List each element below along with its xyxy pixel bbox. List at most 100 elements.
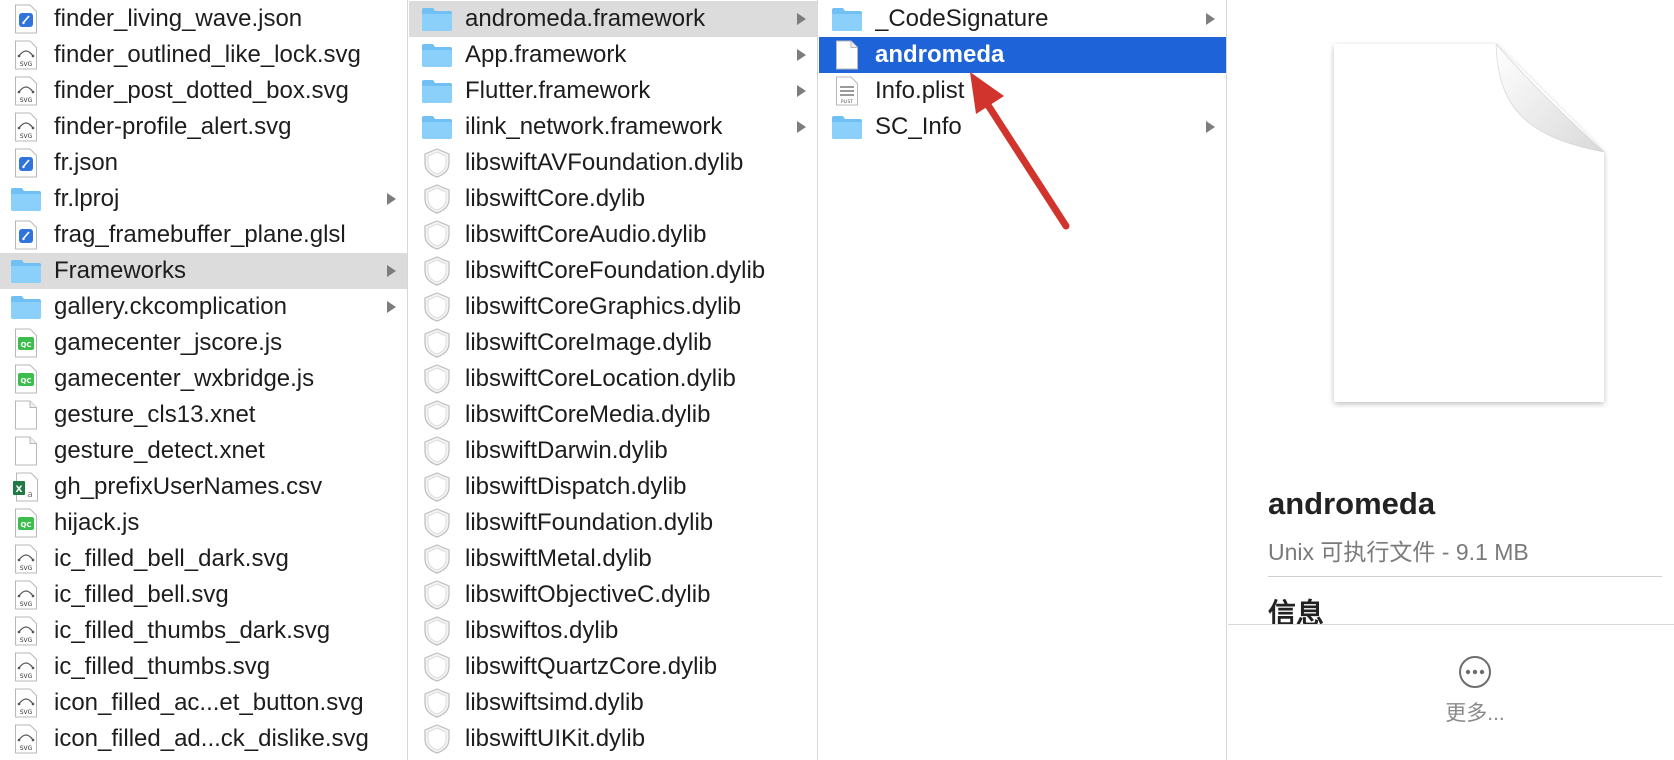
item-label: fr.lproj	[54, 185, 120, 212]
folder-icon	[8, 183, 44, 215]
file-row[interactable]: SVG finder-profile_alert.svg	[0, 109, 407, 145]
folder-row[interactable]: _CodeSignature	[819, 1, 1226, 37]
file-row[interactable]: libswiftCoreImage.dylib	[409, 325, 817, 361]
file-row[interactable]: libswiftObjectiveC.dylib	[409, 577, 817, 613]
file-row[interactable]: finder_living_wave.json	[0, 1, 407, 37]
item-label: libswiftCoreMedia.dylib	[465, 401, 711, 428]
file-row[interactable]: SVG icon_filled_ac...et_button.svg	[0, 685, 407, 721]
item-label: libswiftCoreLocation.dylib	[465, 365, 736, 392]
file-row[interactable]: libswiftsimd.dylib	[409, 685, 817, 721]
file-row[interactable]: libswiftDarwin.dylib	[409, 433, 817, 469]
disclosure-chevron	[793, 120, 809, 134]
file-row[interactable]: QC hijack.js	[0, 505, 407, 541]
file-row[interactable]: libswiftCore.dylib	[409, 181, 817, 217]
svg-file-icon: SVG	[8, 39, 44, 71]
ellipsis-circle-icon	[1459, 656, 1491, 688]
item-label: finder_living_wave.json	[54, 5, 303, 32]
disclosure-chevron	[793, 48, 809, 62]
file-row[interactable]: SVG ic_filled_bell.svg	[0, 577, 407, 613]
folder-row[interactable]: fr.lproj	[0, 181, 407, 217]
file-row[interactable]: libswiftQuartzCore.dylib	[409, 649, 817, 685]
file-row[interactable]: libswiftMetal.dylib	[409, 541, 817, 577]
file-row[interactable]: SVG icon_filled_ad...ck_dislike.svg	[0, 721, 407, 757]
svg-text:a: a	[27, 490, 33, 500]
file-row[interactable]: libswiftCoreFoundation.dylib	[409, 253, 817, 289]
disclosure-chevron	[383, 264, 399, 278]
file-row[interactable]: libswiftAVFoundation.dylib	[409, 145, 817, 181]
folder-row[interactable]: SC_Info	[819, 109, 1226, 145]
svg-text:SVG: SVG	[20, 673, 33, 680]
file-row[interactable]: SVG ic_filled_bell_dark.svg	[0, 541, 407, 577]
file-row[interactable]: QC gamecenter_wxbridge.js	[0, 361, 407, 397]
item-label: gamecenter_jscore.js	[54, 329, 283, 356]
file-row[interactable]: SVG finder_post_dotted_box.svg	[0, 73, 407, 109]
dylib-icon	[419, 651, 455, 683]
item-label: _CodeSignature	[875, 5, 1049, 32]
folder-row[interactable]: andromeda.framework	[409, 1, 817, 37]
js-file-icon: QC	[8, 363, 44, 395]
disclosure-chevron	[793, 84, 809, 98]
plist-file-icon: PLIST	[829, 75, 865, 107]
file-row[interactable]: QC gamecenter_jscore.js	[0, 325, 407, 361]
svg-file-icon: SVG	[8, 723, 44, 755]
file-row[interactable]: SVG ic_filled_thumbs_dark.svg	[0, 613, 407, 649]
file-row[interactable]: gesture_detect.xnet	[0, 433, 407, 469]
item-label: fr.json	[54, 149, 119, 176]
item-label: libswiftUIKit.dylib	[465, 725, 646, 752]
svg-text:QC: QC	[20, 341, 31, 349]
column-divider[interactable]	[1226, 0, 1227, 760]
folder-icon	[419, 111, 455, 143]
file-row[interactable]: libswiftos.dylib	[409, 613, 817, 649]
file-row[interactable]: Xa gh_prefixUserNames.csv	[0, 469, 407, 505]
blank-file-icon	[829, 39, 865, 71]
folder-icon	[8, 291, 44, 323]
file-row[interactable]: SVG finder_outlined_like_lock.svg	[0, 37, 407, 73]
dylib-icon	[419, 183, 455, 215]
file-row[interactable]: gesture_cls13.xnet	[0, 397, 407, 433]
folder-row[interactable]: App.framework	[409, 37, 817, 73]
item-label: libswiftDispatch.dylib	[465, 473, 687, 500]
folder-row[interactable]: ilink_network.framework	[409, 109, 817, 145]
column-divider[interactable]	[817, 0, 818, 760]
file-row[interactable]: libswiftCoreGraphics.dylib	[409, 289, 817, 325]
svg-text:SVG: SVG	[20, 61, 33, 68]
svg-file-icon: SVG	[8, 687, 44, 719]
item-label: hijack.js	[54, 509, 140, 536]
item-label: libswiftObjectiveC.dylib	[465, 581, 711, 608]
folder-row[interactable]: gallery.ckcomplication	[0, 289, 407, 325]
file-row[interactable]: libswiftDispatch.dylib	[409, 469, 817, 505]
column-divider[interactable]	[407, 0, 408, 760]
file-row[interactable]: libswiftCoreAudio.dylib	[409, 217, 817, 253]
chevron-right-icon	[797, 49, 806, 61]
dylib-icon	[419, 327, 455, 359]
folder-row[interactable]: Flutter.framework	[409, 73, 817, 109]
item-label: andromeda	[875, 41, 1005, 68]
item-label: libswiftDarwin.dylib	[465, 437, 668, 464]
file-row[interactable]: libswiftCoreLocation.dylib	[409, 361, 817, 397]
file-row[interactable]: PLIST Info.plist	[819, 73, 1226, 109]
file-row[interactable]: libswiftFoundation.dylib	[409, 505, 817, 541]
disclosure-chevron	[383, 300, 399, 314]
more-button[interactable]: 更多...	[1445, 655, 1505, 747]
folder-icon	[419, 75, 455, 107]
item-label: Flutter.framework	[465, 77, 651, 104]
preview-actions: 更多...	[1228, 624, 1674, 760]
svg-text:SVG: SVG	[20, 97, 33, 104]
file-row[interactable]: SVG ic_filled_thumbs.svg	[0, 649, 407, 685]
file-row[interactable]: andromeda	[819, 37, 1226, 73]
json-file-icon	[8, 219, 44, 251]
item-label: frag_framebuffer_plane.glsl	[54, 221, 346, 248]
file-row[interactable]: libswiftUIKit.dylib	[409, 721, 817, 757]
folder-row[interactable]: Frameworks	[0, 253, 407, 289]
item-label: App.framework	[465, 41, 627, 68]
file-row[interactable]: fr.json	[0, 145, 407, 181]
item-label: libswiftCoreAudio.dylib	[465, 221, 707, 248]
file-row[interactable]: libswiftCoreMedia.dylib	[409, 397, 817, 433]
item-label: libswiftCoreFoundation.dylib	[465, 257, 766, 284]
file-row[interactable]: frag_framebuffer_plane.glsl	[0, 217, 407, 253]
item-label: libswiftCoreImage.dylib	[465, 329, 712, 356]
chevron-right-icon	[1206, 13, 1215, 25]
svg-text:SVG: SVG	[20, 601, 33, 608]
folder-icon	[829, 111, 865, 143]
chevron-right-icon	[797, 121, 806, 133]
